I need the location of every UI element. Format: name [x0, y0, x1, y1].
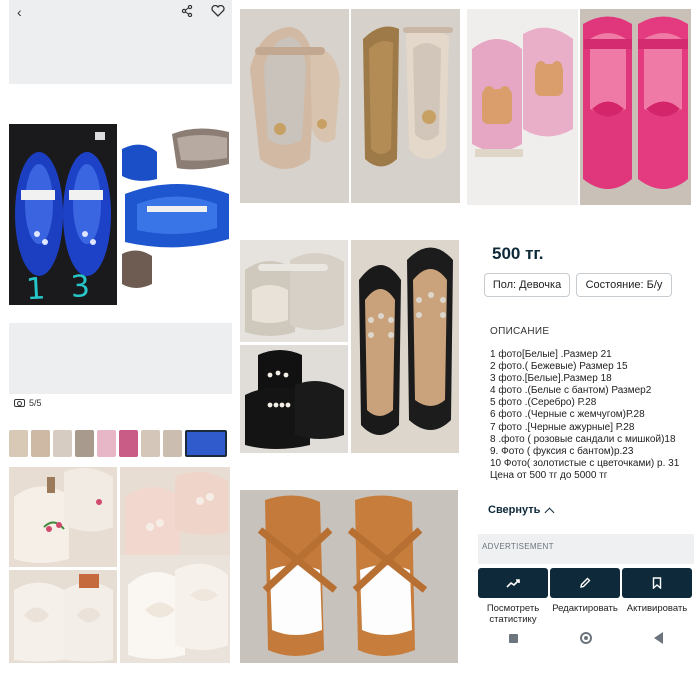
description-line: Цена от 500 тг до 5000 тг [490, 469, 608, 481]
thumbnail[interactable] [163, 430, 182, 457]
photo-black-openwork-shoes [351, 240, 459, 453]
description-line: 9. Фото ( фуксия с бантом)р.23 [490, 445, 634, 457]
photo-beige-shoe-right [351, 9, 460, 203]
photo-brown-white-sandals [240, 490, 458, 663]
listing-top-bar: ‹ [9, 0, 232, 84]
back-arrow-icon[interactable]: ‹ [17, 4, 22, 20]
system-nav-bar [478, 624, 694, 652]
advertisement-label: ADVERTISEMENT [482, 542, 554, 551]
gallery-footer-block [9, 323, 232, 394]
view-statistics-button[interactable] [478, 568, 548, 598]
description-text: 1 фото[Белые] .Размер 21 2 фото.( Бежевы… [490, 349, 694, 482]
pencil-icon [580, 577, 591, 588]
gallery-side-photo[interactable] [117, 124, 232, 305]
collage: ‹ 1 3 р' [0, 0, 700, 700]
photo-white-bow-shoes-a [9, 570, 117, 663]
view-statistics-label: Посмотреть статистику [486, 603, 540, 625]
thumbnail[interactable] [141, 430, 160, 457]
thumbnail-selected[interactable] [185, 430, 227, 457]
chip-condition[interactable]: Состояние: Б/у [576, 273, 672, 297]
description-heading: ОПИСАНИЕ [490, 326, 550, 337]
chevron-up-icon [545, 507, 555, 517]
camera-icon [14, 399, 25, 407]
bookmark-icon [652, 577, 662, 589]
thumbnail-strip [9, 430, 227, 457]
photo-white-bow-shoes-b [120, 555, 230, 663]
gallery-main-photo[interactable]: 1 3 р' [9, 124, 117, 305]
description-line: 2 фото.( Бежевые) Размер 15 [490, 361, 628, 373]
photo-fuchsia-shoes [580, 9, 691, 205]
photo-beige-flower-shoes [120, 467, 230, 567]
favorite-heart-icon[interactable] [211, 4, 225, 20]
spacer [9, 84, 232, 124]
listing-info-panel: 500 тг. Пол: Девочка Состояние: Б/у ОПИС… [478, 232, 694, 700]
thumbnail[interactable] [97, 430, 116, 457]
photo-pink-sandals [467, 9, 578, 205]
recents-icon[interactable] [509, 633, 518, 643]
thumbnail[interactable] [53, 430, 72, 457]
collapse-label: Свернуть [488, 504, 541, 516]
home-icon[interactable] [580, 632, 592, 644]
description-line: 8 .фото ( розовые сандали с мишкой)18 [490, 433, 676, 445]
description-line: 6 фото .(Черные с жемчугом)Р.28 [490, 409, 645, 421]
thumbnail[interactable] [119, 430, 138, 457]
activate-label: Активировать [626, 603, 688, 614]
description-line: 10 Фото( золотистые с цветочками) р. 31 [490, 457, 680, 469]
description-line: 5 фото .(Серебро) Р.28 [490, 397, 597, 409]
back-icon[interactable] [654, 632, 663, 644]
activate-button[interactable] [622, 568, 692, 598]
description-line: 4 фото .(Белые с бантом) Размер2 [490, 385, 652, 397]
photo-beige-shoe-left [240, 9, 349, 203]
trend-icon [506, 579, 520, 588]
thumbnail[interactable] [31, 430, 50, 457]
chip-gender[interactable]: Пол: Девочка [484, 273, 570, 297]
photo-white-flower-shoes [9, 467, 117, 567]
description-line: 1 фото[Белые] .Размер 21 [490, 349, 612, 360]
share-icon[interactable] [181, 4, 193, 20]
edit-button[interactable] [550, 568, 620, 598]
thumbnail[interactable] [9, 430, 28, 457]
edit-label: Редактировать [552, 603, 618, 614]
description-line: 7 фото .[Черные ажурные] Р.28 [490, 421, 635, 433]
collapse-button[interactable]: Свернуть [488, 504, 555, 517]
photo-counter-text: 5/5 [29, 398, 42, 408]
photo-silver-shoes [240, 240, 348, 342]
description-line: 3 фото.[Белые].Размер 18 [490, 373, 612, 385]
photo-counter: 5/5 [14, 398, 42, 408]
price: 500 тг. [492, 244, 544, 263]
handwritten-size-note: 1 3 р' [25, 268, 99, 305]
thumbnail[interactable] [75, 430, 94, 457]
photo-black-pearl-shoes [240, 345, 348, 453]
advertisement-strip: ADVERTISEMENT [478, 534, 694, 564]
